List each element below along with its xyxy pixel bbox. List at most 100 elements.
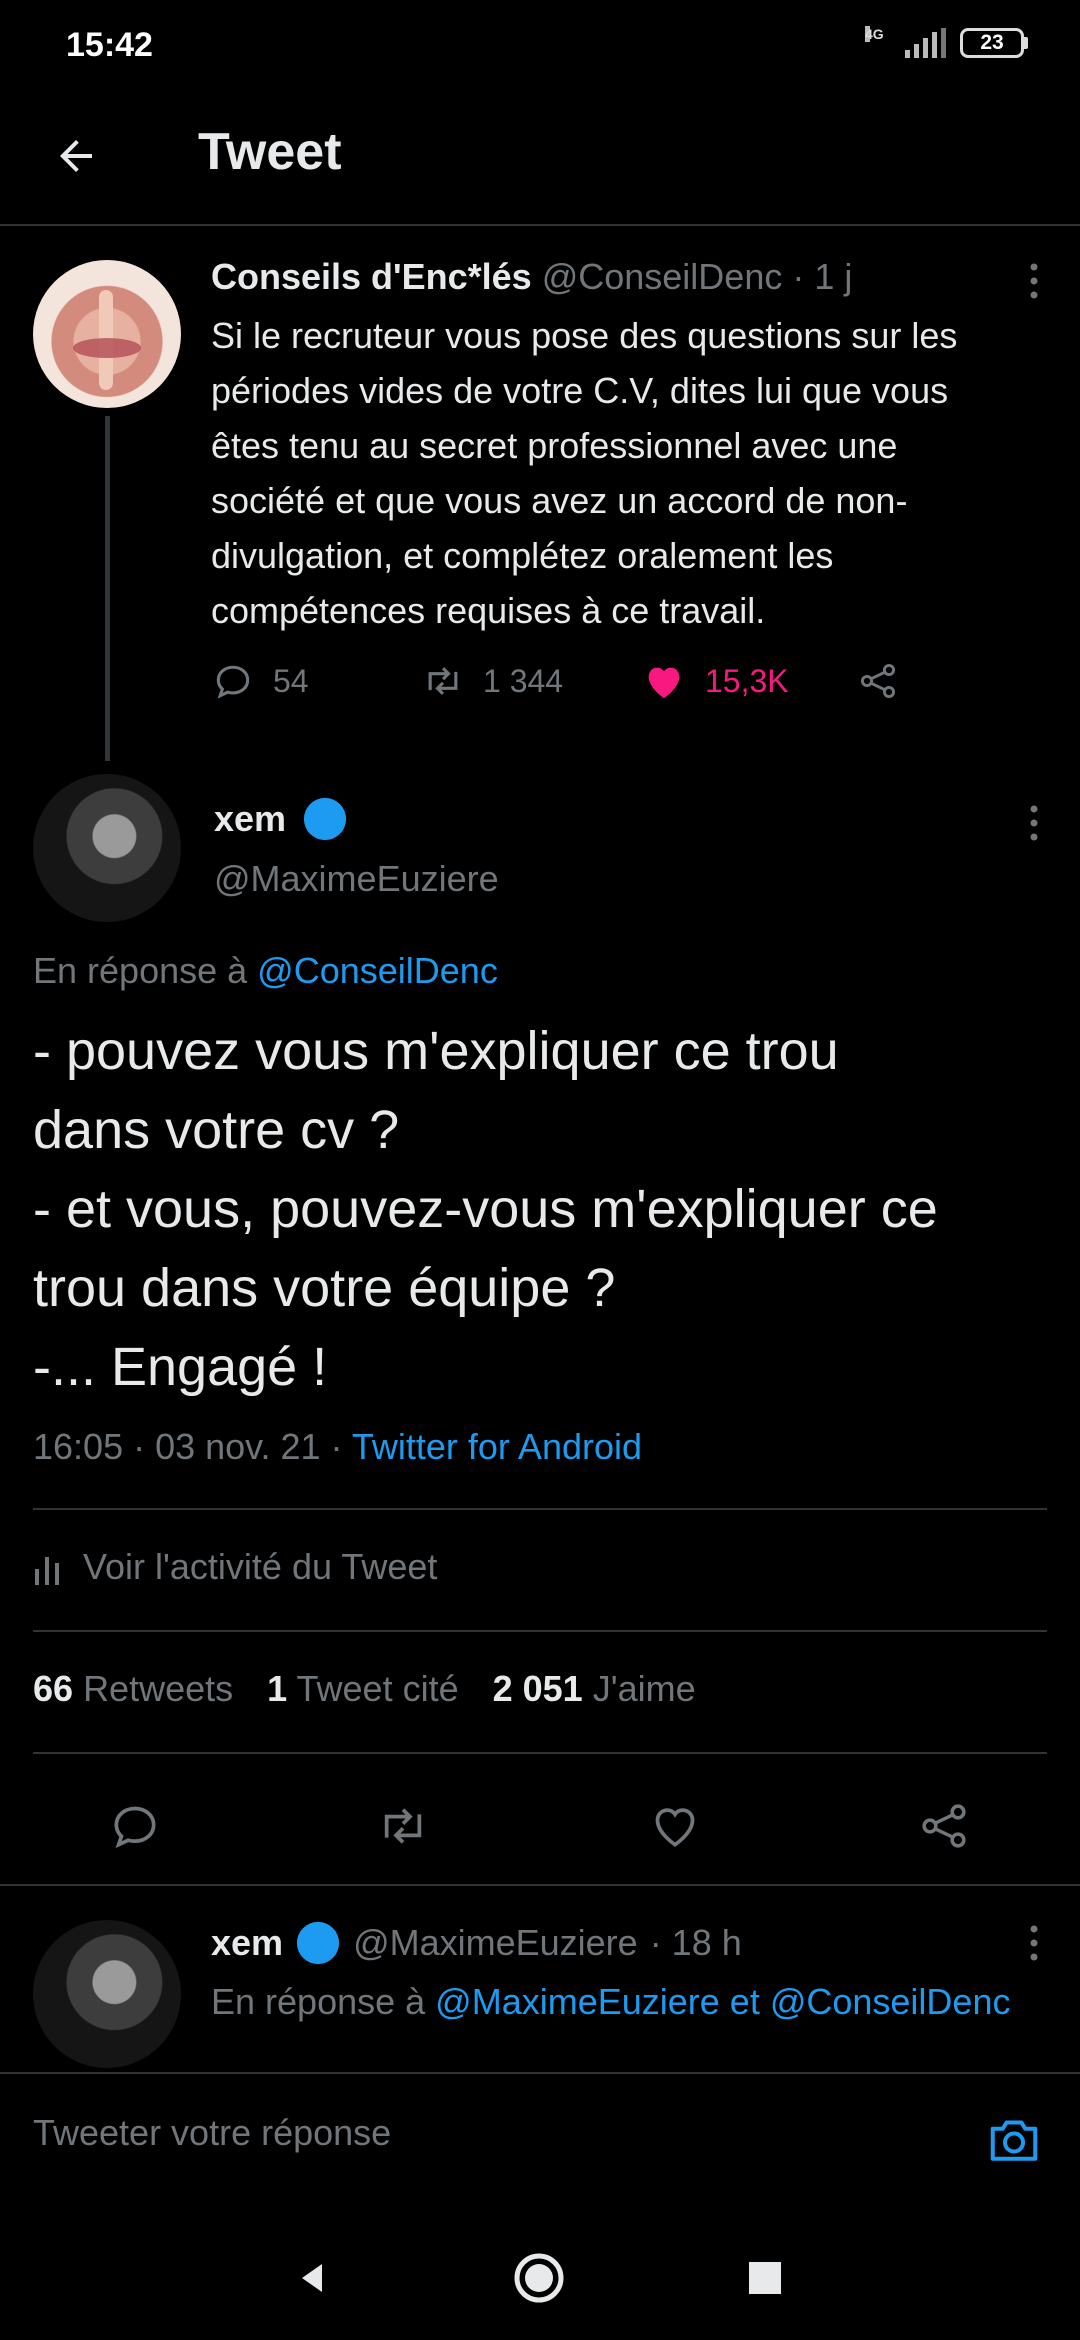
page-title: Tweet [198, 123, 342, 181]
author-name-row[interactable]: xem [214, 796, 348, 842]
author-name[interactable]: xem [211, 1922, 283, 1964]
more-options-button[interactable] [1014, 798, 1054, 848]
divider [33, 1508, 1047, 1510]
share-button[interactable] [856, 659, 900, 703]
bar-chart-icon [35, 1557, 59, 1585]
nav-home-button[interactable] [511, 2250, 567, 2306]
likes-label: J'aime [592, 1668, 696, 1709]
reply-icon [114, 1806, 156, 1849]
back-arrow-icon [60, 140, 92, 172]
share-button[interactable] [914, 1796, 974, 1856]
more-vertical-icon [1030, 805, 1038, 841]
reply-icon [216, 665, 250, 699]
reply-mention-link[interactable]: @ConseilDenc [257, 950, 498, 991]
share-icon [860, 663, 896, 699]
reply-button[interactable]: 54 [211, 659, 421, 703]
activity-label: Voir l'activité du Tweet [83, 1546, 438, 1587]
reply-mentions-link[interactable]: @MaximeEuziere et @ConseilDenc [435, 1981, 1010, 2022]
likes-count: 2 051 [492, 1668, 583, 1709]
system-nav-bar [0, 2194, 1080, 2340]
nav-recents-button[interactable] [737, 2250, 793, 2306]
verified-icon [303, 797, 347, 841]
quotes-stat[interactable]: 1 Tweet cité [267, 1668, 458, 1710]
nav-back-button[interactable] [284, 2250, 340, 2306]
retweet-count: 1 344 [483, 662, 564, 699]
author-handle[interactable]: @MaximeEuziere [353, 1922, 638, 1964]
tweet-time: · 18 h [649, 1922, 742, 1963]
tweet-meta: 16:05 · 03 nov. 21 · Twitter for Android [33, 1426, 642, 1468]
author-name: xem [214, 798, 287, 839]
retweets-label: Retweets [83, 1668, 234, 1709]
main-tweet-actions [0, 1776, 1080, 1876]
retweet-icon [428, 667, 458, 695]
network-type: 4G [865, 26, 884, 42]
thread-line [105, 416, 110, 761]
reply-prefix: En réponse à [211, 1981, 426, 2022]
retweets-stat[interactable]: 66 Retweets [33, 1668, 233, 1710]
reply-input[interactable] [33, 2098, 933, 2168]
tweet-timestamp: 16:05 · 03 nov. 21 · [33, 1426, 352, 1467]
verified-icon [296, 1921, 340, 1965]
camera-button[interactable] [984, 2110, 1044, 2170]
screen: 15:42 4G 23 Tweet Conseils d'Enc*lés @Co… [0, 0, 1080, 2340]
more-options-button[interactable] [1014, 1918, 1054, 1968]
author-name[interactable]: Conseils d'Enc*lés [211, 256, 532, 297]
status-indicators: 4G 23 [865, 26, 1028, 58]
nav-back-icon [302, 2264, 322, 2292]
author-handle[interactable]: @ConseilDenc [542, 256, 783, 297]
battery-level: 23 [960, 28, 1024, 58]
reply-composer [0, 2072, 1080, 2196]
tweet-line: - pouvez vous m'expliquer ce trou [33, 1021, 839, 1081]
reply-button[interactable] [105, 1796, 165, 1856]
tweet-line: -... Engagé ! [33, 1337, 328, 1397]
likes-stat[interactable]: 2 051 J'aime [493, 1668, 696, 1710]
tweet-line: trou dans votre équipe ? [33, 1258, 616, 1318]
retweets-count: 66 [33, 1668, 74, 1709]
more-vertical-icon [1030, 1925, 1038, 1961]
reply-context: En réponse à @MaximeEuziere et @ConseilD… [211, 1974, 1031, 2030]
top-header: Tweet [0, 92, 1080, 226]
tweet-text: - pouvez vous m'expliquer ce trou dans v… [33, 1012, 1053, 1407]
heart-icon [648, 667, 680, 699]
signal-icon: 4G [865, 26, 946, 58]
avatar[interactable] [33, 260, 181, 408]
quotes-label: Tweet cité [296, 1668, 459, 1709]
tweet-line: dans votre cv ? [33, 1100, 400, 1160]
reply-tweet[interactable]: xem @MaximeEuziere · 18 h En réponse à @… [0, 1884, 1080, 2072]
reply-tweet-body: xem @MaximeEuziere · 18 h En réponse à @… [211, 1920, 1031, 2030]
more-vertical-icon [1030, 263, 1038, 299]
tweet-time: · 1 j [792, 256, 853, 297]
nav-recents-icon [749, 2262, 781, 2294]
tweet-actions: 54 1 344 15,3K [211, 658, 900, 704]
avatar-image [73, 290, 141, 390]
author-handle[interactable]: @MaximeEuziere [214, 858, 499, 900]
reply-context: En réponse à @ConseilDenc [33, 950, 498, 992]
avatar[interactable] [33, 774, 181, 922]
parent-tweet-body: Conseils d'Enc*lés @ConseilDenc · 1 j Si… [211, 256, 1011, 638]
tweet-source-link[interactable]: Twitter for Android [352, 1426, 642, 1467]
more-options-button[interactable] [1014, 256, 1054, 306]
retweet-button[interactable]: 1 344 [421, 659, 641, 703]
camera-icon [990, 2120, 1038, 2161]
nav-home-icon [514, 2253, 564, 2303]
tweet-stats: 66 Retweets 1 Tweet cité 2 051 J'aime [33, 1668, 696, 1710]
tweet-text: Si le recruteur vous pose des questions … [211, 315, 958, 631]
avatar[interactable] [33, 1920, 181, 2068]
divider [33, 1630, 1047, 1632]
retweet-button[interactable] [373, 1796, 433, 1856]
like-count: 15,3K [705, 662, 789, 699]
like-button[interactable] [645, 1796, 705, 1856]
heart-icon [655, 1808, 695, 1847]
back-button[interactable] [46, 126, 106, 186]
share-icon [922, 1804, 966, 1848]
battery-icon: 23 [960, 28, 1028, 58]
retweet-icon [384, 1808, 422, 1844]
like-button[interactable]: 15,3K [641, 658, 856, 704]
author-line: xem @MaximeEuziere · 18 h [211, 1920, 1031, 1966]
author-line: Conseils d'Enc*lés @ConseilDenc · 1 j [211, 256, 1011, 298]
parent-tweet[interactable]: Conseils d'Enc*lés @ConseilDenc · 1 j Si… [0, 226, 1080, 766]
reply-prefix: En réponse à [33, 950, 248, 991]
reply-count: 54 [273, 662, 309, 699]
status-time: 15:42 [66, 26, 153, 64]
view-activity-button[interactable]: Voir l'activité du Tweet [33, 1546, 437, 1588]
